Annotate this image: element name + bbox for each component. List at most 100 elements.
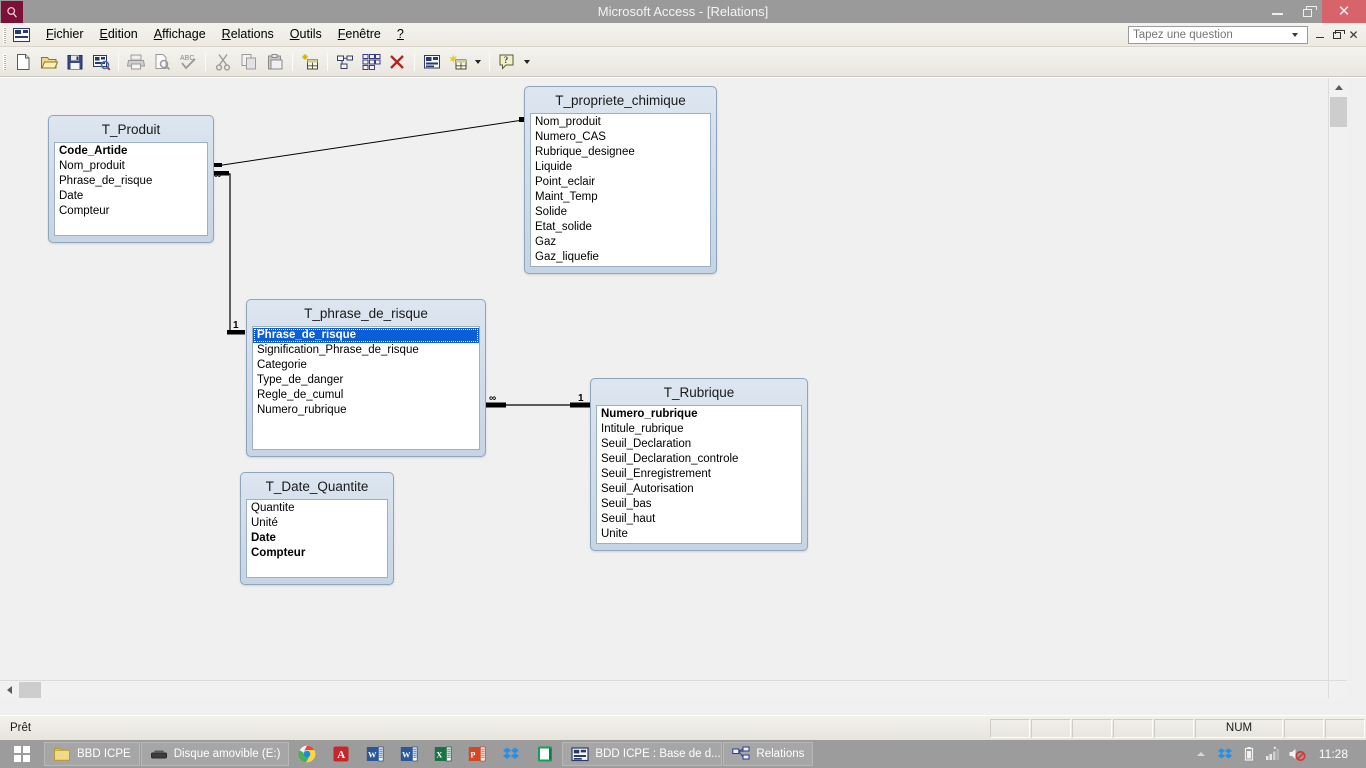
field-row-blank[interactable] — [253, 433, 479, 448]
field-row[interactable]: Gaz — [531, 235, 710, 250]
open-folder-icon[interactable] — [37, 50, 61, 74]
taskbar-clock[interactable]: 11:28 — [1309, 747, 1358, 761]
field-row[interactable]: Type_de_danger — [253, 373, 479, 388]
clear-layout-icon[interactable] — [385, 50, 409, 74]
window-titlebar[interactable]: ⚲ Microsoft Access - [Relations] ✕ — [0, 0, 1366, 23]
field-row[interactable]: Date — [247, 531, 387, 546]
spell-check-icon[interactable]: ABC — [176, 50, 200, 74]
save-icon[interactable] — [63, 50, 87, 74]
show-all-relationships-icon[interactable] — [359, 50, 383, 74]
volume-muted-icon[interactable] — [1285, 740, 1309, 768]
taskbar-item-bbd-icpe[interactable]: BBD ICPE — [44, 742, 140, 766]
field-row[interactable]: Seuil_Declaration — [597, 437, 801, 452]
field-row[interactable]: Numero_CAS — [531, 130, 710, 145]
field-row[interactable]: Maint_Temp — [531, 190, 710, 205]
help-icon[interactable]: ? — [495, 50, 519, 74]
field-list[interactable]: Quantite Unité Date Compteur — [246, 499, 388, 578]
field-row[interactable]: Nom_produit — [55, 159, 207, 174]
window-close-button[interactable]: ✕ — [1322, 0, 1366, 23]
table-box-t-propriete-chimique[interactable]: T_propriete_chimique Nom_produit Numero_… — [524, 86, 717, 274]
field-row[interactable]: Regle_de_cumul — [253, 388, 479, 403]
menu-fichier[interactable]: Fichier — [38, 24, 92, 45]
field-row[interactable]: Phrase_de_risque — [55, 174, 207, 189]
scroll-up-button[interactable] — [1329, 78, 1347, 96]
doc-minimize-button[interactable] — [1311, 27, 1328, 43]
field-row[interactable]: Categorie — [253, 358, 479, 373]
window-restore-button[interactable] — [1292, 0, 1322, 23]
cut-icon[interactable] — [211, 50, 235, 74]
copy-icon[interactable] — [237, 50, 261, 74]
field-list[interactable]: Code_Artide Nom_produit Phrase_de_risque… — [54, 142, 208, 236]
field-row[interactable]: Seuil_haut — [597, 512, 801, 527]
new-object-icon[interactable] — [446, 50, 470, 74]
field-row[interactable]: Rubrique_designee — [531, 145, 710, 160]
field-row[interactable]: Gaz_liquefie — [531, 250, 710, 265]
field-row[interactable]: Numero_rubrique — [253, 403, 479, 418]
horizontal-scrollbar[interactable] — [0, 680, 1347, 698]
field-row[interactable]: Signification_Phrase_de_risque — [253, 343, 479, 358]
field-row[interactable]: Unite — [597, 527, 801, 542]
new-object-dropdown-icon[interactable] — [472, 50, 484, 74]
paste-icon[interactable] — [263, 50, 287, 74]
taskbar-item-disque-amovible[interactable]: Disque amovible (E:) — [140, 742, 290, 766]
chevron-down-icon[interactable] — [1287, 27, 1303, 43]
menu-outils[interactable]: Outils — [282, 24, 330, 45]
field-row-blank[interactable] — [247, 561, 387, 576]
field-row[interactable]: Compteur — [247, 546, 387, 561]
field-row[interactable]: Numero_rubrique — [597, 407, 801, 422]
field-row-blank[interactable] — [253, 418, 479, 433]
window-minimize-button[interactable] — [1262, 0, 1292, 23]
field-row[interactable]: Nom_produit — [531, 115, 710, 130]
excel-icon[interactable]: X — [426, 740, 460, 768]
table-box-t-phrase-de-risque[interactable]: T_phrase_de_risque Phrase_de_risque Sign… — [246, 299, 486, 457]
menu-edition[interactable]: Edition — [92, 24, 146, 45]
field-row[interactable]: Compteur — [55, 204, 207, 219]
ask-question-box[interactable] — [1128, 26, 1308, 44]
relations-canvas[interactable]: ∞ 1 ∞ 1 T_Produit Code_Artide Nom_produi… — [0, 78, 1347, 698]
doc-close-button[interactable]: ✕ — [1345, 27, 1362, 43]
field-row[interactable]: Intitule_rubrique — [597, 422, 801, 437]
word-icon[interactable]: W — [358, 740, 392, 768]
table-box-t-produit[interactable]: T_Produit Code_Artide Nom_produit Phrase… — [48, 115, 214, 243]
menu-fenetre[interactable]: Fenêtre — [330, 24, 389, 45]
menu-help[interactable]: ? — [389, 24, 412, 45]
word-icon[interactable]: W — [392, 740, 426, 768]
database-window-icon[interactable] — [420, 50, 444, 74]
add-table-icon[interactable] — [298, 50, 322, 74]
search-input[interactable] — [1129, 27, 1287, 43]
table-box-t-rubrique[interactable]: T_Rubrique Numero_rubrique Intitule_rubr… — [590, 378, 808, 551]
powerpoint-icon[interactable]: P — [460, 740, 494, 768]
taskbar-item-bdd-icpe-access[interactable]: BDD ICPE : Base de d... — [562, 742, 723, 766]
doc-restore-button[interactable] — [1328, 27, 1345, 43]
print-icon[interactable] — [124, 50, 148, 74]
direct-relationships-icon[interactable] — [333, 50, 357, 74]
field-row[interactable]: Seuil_bas — [597, 497, 801, 512]
field-row[interactable]: Unité — [247, 516, 387, 531]
battery-icon[interactable] — [1237, 740, 1261, 768]
search-database-icon[interactable] — [89, 50, 113, 74]
field-row[interactable]: Quantite — [247, 501, 387, 516]
field-row[interactable]: Liquide — [531, 160, 710, 175]
field-row[interactable]: Point_eclair — [531, 175, 710, 190]
dropbox-icon[interactable] — [1213, 740, 1237, 768]
acrobat-reader-icon[interactable]: A — [324, 740, 358, 768]
field-row-selected[interactable]: Phrase_de_risque — [253, 328, 479, 343]
field-row[interactable]: Code_Artide — [55, 144, 207, 159]
menu-affichage[interactable]: Affichage — [146, 24, 214, 45]
chrome-icon[interactable] — [290, 740, 324, 768]
menu-relations[interactable]: Relations — [214, 24, 282, 45]
toolbar-grip[interactable] — [3, 53, 6, 70]
field-list[interactable]: Phrase_de_risque Signification_Phrase_de… — [252, 326, 480, 450]
print-preview-icon[interactable] — [150, 50, 174, 74]
field-row[interactable]: Etat_solide — [531, 220, 710, 235]
field-row[interactable]: Date — [55, 189, 207, 204]
toolbar-options-icon[interactable] — [521, 50, 533, 74]
field-row[interactable]: Seuil_Autorisation — [597, 482, 801, 497]
onenote-icon[interactable] — [528, 740, 562, 768]
horizontal-scroll-thumb[interactable] — [19, 682, 41, 698]
field-row[interactable]: Solide — [531, 205, 710, 220]
field-list[interactable]: Nom_produit Numero_CAS Rubrique_designee… — [530, 113, 711, 267]
field-row-blank[interactable] — [55, 219, 207, 234]
field-row[interactable]: Seuil_Enregistrement — [597, 467, 801, 482]
taskbar-item-relations[interactable]: Relations — [723, 742, 814, 766]
